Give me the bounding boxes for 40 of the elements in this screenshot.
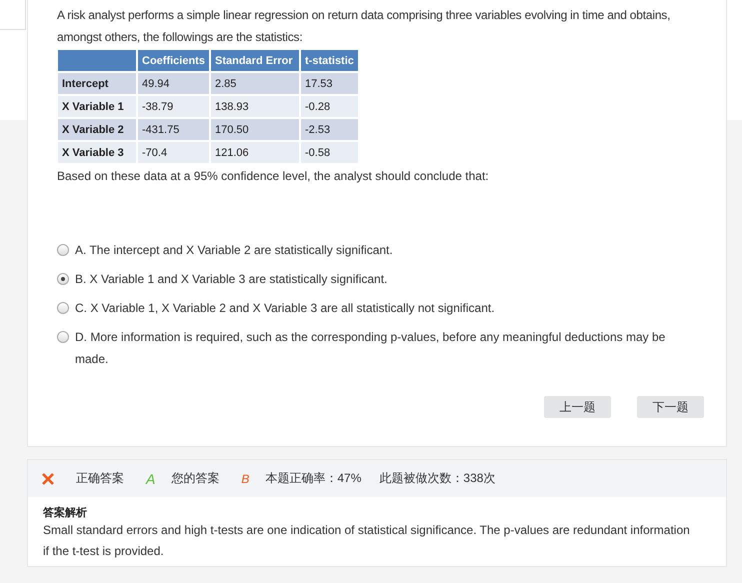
- option-label[interactable]: B. X Variable 1 and X Variable 3 are statistically significant.: [75, 268, 388, 290]
- table-cell: Intercept: [58, 73, 136, 94]
- explanation-title: 答案解析: [43, 505, 88, 520]
- radio-button[interactable]: [57, 302, 69, 314]
- table-cell: -0.58: [301, 142, 358, 163]
- radio-button[interactable]: [57, 273, 69, 285]
- table-cell: 2.85: [211, 73, 299, 94]
- your-answer-label: 您的答案: [171, 470, 220, 487]
- nav-button[interactable]: 上一题: [544, 396, 611, 418]
- close-icon: [42, 472, 54, 484]
- table-cell: -431.75: [138, 119, 209, 140]
- accuracy-text: 本题正确率：47%: [265, 470, 362, 487]
- question-prompt: Based on these data at a 95% confidence level, the analyst should conclude that:: [57, 168, 490, 185]
- table-cell: 138.93: [211, 96, 299, 117]
- radio-button[interactable]: [57, 244, 69, 256]
- table-cell: X Variable 1: [58, 96, 136, 117]
- table-cell: -38.79: [138, 96, 209, 117]
- nav-button[interactable]: 下一题: [637, 396, 704, 418]
- table-cell: X Variable 3: [58, 142, 136, 163]
- table-cell: 170.50: [211, 119, 299, 140]
- option-label[interactable]: D. More information is required, such as the corresponding p-values, before any meaningful deductions may be made.: [75, 326, 677, 370]
- option-label[interactable]: C. X Variable 1, X Variable 2 and X Variable 3 are all statistically not significant.: [75, 297, 495, 319]
- your-answer: B: [241, 472, 250, 486]
- column-header: t-statistic: [301, 50, 358, 71]
- table-cell: X Variable 2: [58, 119, 136, 140]
- table-cell: -70.4: [138, 142, 209, 163]
- column-header: Coefficients: [138, 50, 209, 71]
- table-cell: -2.53: [301, 119, 358, 140]
- table-cell: 121.06: [211, 142, 299, 163]
- attempt-count: 此题被做次数：338次: [379, 470, 496, 487]
- table-cell: 49.94: [138, 73, 209, 94]
- correct-answer: A: [146, 470, 156, 486]
- table-cell: -0.28: [301, 96, 358, 117]
- correct-answer-label: 正确答案: [76, 470, 124, 487]
- table-cell: 17.53: [301, 73, 358, 94]
- option-label[interactable]: A. The intercept and X Variable 2 are statistically significant.: [75, 239, 393, 261]
- column-header: Standard Error: [211, 50, 299, 71]
- radio-button[interactable]: [57, 331, 69, 343]
- question-text: A risk analyst performs a simple linear regression on return data comprising three variables evolving in time and obtains, amongst others, the followings are the statistics:: [57, 7, 672, 46]
- explanation-text: Small standard errors and high t-tests are one indication of statistical significance. The p-values are redundant information if the t-test is provided.: [43, 522, 691, 560]
